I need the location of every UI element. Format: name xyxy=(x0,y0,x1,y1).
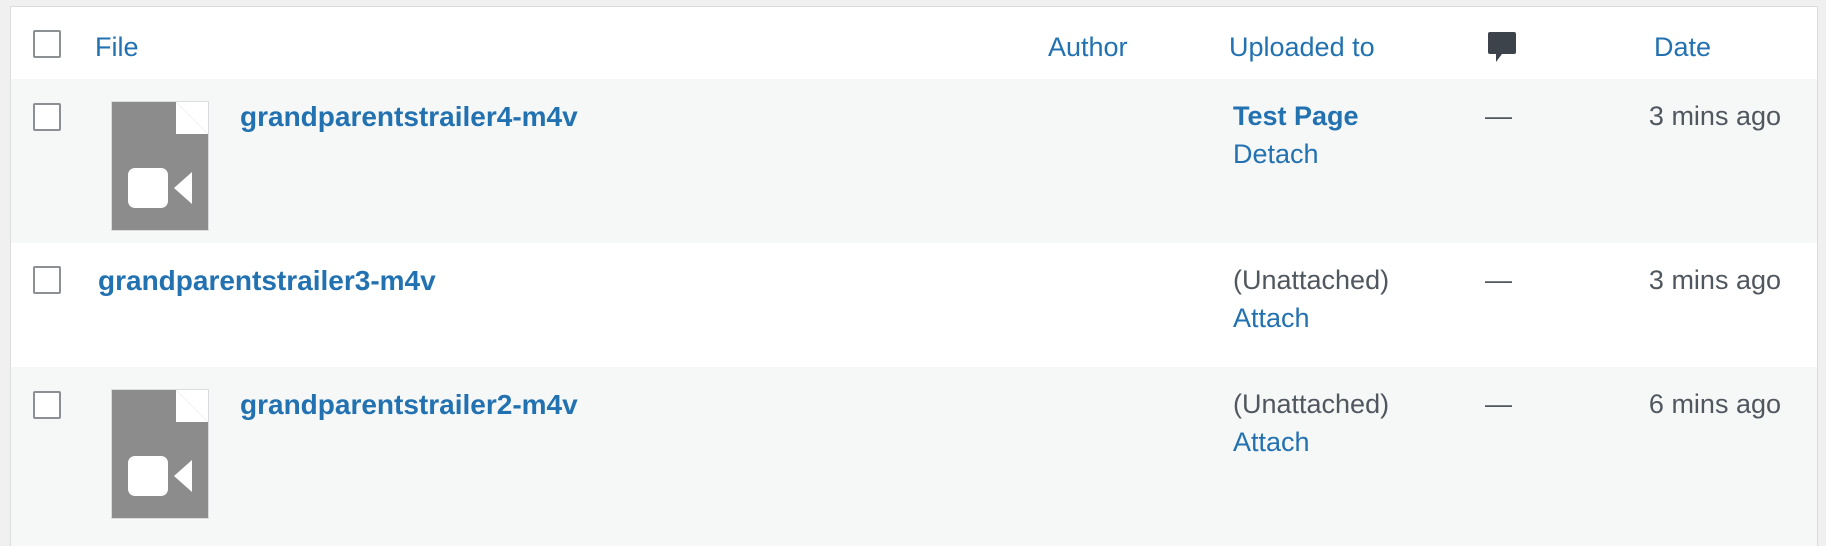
media-thumbnail[interactable] xyxy=(111,101,209,231)
column-header-date[interactable]: Date xyxy=(1654,32,1711,63)
table-row: grandparentstrailer3-m4v (Unattached) At… xyxy=(11,243,1817,367)
comment-count: — xyxy=(1485,101,1512,131)
select-all-checkbox[interactable] xyxy=(33,30,61,58)
comment-count: — xyxy=(1485,389,1512,419)
upload-date: 3 mins ago xyxy=(1648,265,1781,295)
column-header-uploaded-to[interactable]: Uploaded to xyxy=(1229,32,1375,63)
table-header: File Author Uploaded to Date xyxy=(11,7,1817,80)
video-file-icon xyxy=(112,102,208,230)
detach-link[interactable]: Detach xyxy=(1233,139,1319,170)
comment-count: — xyxy=(1485,265,1512,295)
attach-link[interactable]: Attach xyxy=(1233,303,1310,334)
media-list-table: File Author Uploaded to Date grandparent… xyxy=(10,6,1818,546)
uploaded-to-status: (Unattached) xyxy=(1233,265,1390,295)
media-title-link[interactable]: grandparentstrailer2-m4v xyxy=(240,389,578,421)
comment-bubble-icon[interactable] xyxy=(1487,31,1517,65)
row-checkbox[interactable] xyxy=(33,103,61,131)
table-row: grandparentstrailer4-m4v Test Page Detac… xyxy=(11,79,1817,243)
media-title-link[interactable]: grandparentstrailer3-m4v xyxy=(98,265,436,297)
media-thumbnail[interactable] xyxy=(111,389,209,519)
media-title-link[interactable]: grandparentstrailer4-m4v xyxy=(240,101,578,133)
attach-link[interactable]: Attach xyxy=(1233,427,1310,458)
upload-date: 3 mins ago xyxy=(1648,101,1781,131)
table-row: grandparentstrailer2-m4v (Unattached) At… xyxy=(11,367,1817,546)
video-file-icon xyxy=(112,390,208,518)
uploaded-to-status: (Unattached) xyxy=(1233,389,1390,419)
row-checkbox[interactable] xyxy=(33,391,61,419)
upload-date: 6 mins ago xyxy=(1648,389,1781,419)
row-checkbox[interactable] xyxy=(33,266,61,294)
column-header-file[interactable]: File xyxy=(95,32,139,63)
column-header-author[interactable]: Author xyxy=(1048,32,1128,63)
uploaded-to-link[interactable]: Test Page xyxy=(1233,101,1359,132)
